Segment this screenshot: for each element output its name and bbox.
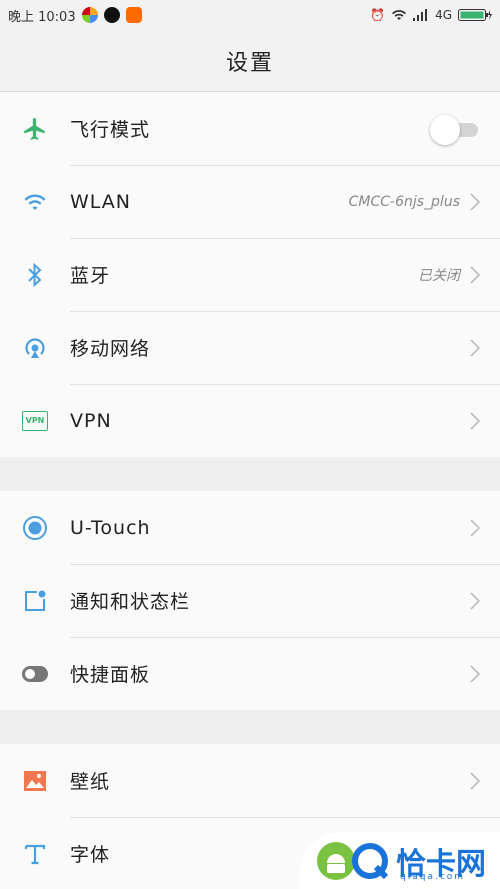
wifi-status-icon	[392, 10, 407, 20]
setting-vpn[interactable]: VPN VPN	[0, 384, 500, 457]
chevron-right-icon	[470, 518, 480, 537]
wifi-icon	[24, 194, 46, 210]
bluetooth-status: 已关闭	[418, 267, 460, 284]
chevron-right-icon	[470, 591, 480, 610]
setting-mobile-network[interactable]: 移动网络	[0, 311, 500, 384]
setting-u-touch[interactable]: U-Touch	[0, 491, 500, 564]
setting-notification-status-bar[interactable]: 通知和状态栏	[0, 564, 500, 637]
setting-label: 移动网络	[70, 338, 151, 360]
settings-group-interaction: U-Touch 通知和状态栏 快捷面板	[0, 491, 500, 710]
battery-icon	[458, 9, 492, 21]
settings-group-network: 飞行模式 WLAN CMCC-6njs_plus 蓝牙 已关闭 移动网络 VPN…	[0, 92, 500, 457]
vpn-icon-text: VPN	[25, 416, 45, 425]
setting-label: VPN	[70, 409, 112, 432]
setting-bluetooth[interactable]: 蓝牙 已关闭	[0, 238, 500, 311]
setting-wlan[interactable]: WLAN CMCC-6njs_plus	[0, 165, 500, 238]
airplane-icon	[24, 117, 45, 140]
u-touch-icon	[23, 515, 47, 540]
setting-label: 壁纸	[70, 771, 111, 793]
setting-label: U-Touch	[70, 516, 151, 539]
font-icon	[24, 844, 46, 864]
watermark-logo: 恰卡网 qiaqa.com	[300, 832, 500, 889]
setting-quick-panel[interactable]: 快捷面板	[0, 637, 500, 710]
status-bar: 晚上 10:03 ⏰ 4G	[0, 0, 500, 30]
chevron-right-icon	[470, 265, 480, 284]
q-logo-icon	[352, 842, 389, 879]
vpn-icon: VPN	[22, 410, 48, 431]
setting-label: 快捷面板	[70, 664, 151, 686]
page-title: 设置	[225, 50, 274, 76]
setting-label: 通知和状态栏	[70, 591, 191, 613]
airplane-mode-toggle[interactable]	[430, 114, 480, 145]
setting-label: 蓝牙	[70, 265, 111, 287]
setting-label: 飞行模式	[70, 119, 151, 141]
shop-app-icon	[125, 7, 142, 23]
setting-airplane-mode[interactable]: 飞行模式	[0, 92, 500, 165]
setting-label: 字体	[70, 844, 111, 866]
quick-panel-icon	[22, 665, 48, 682]
status-time: 晚上 10:03	[8, 9, 76, 25]
setting-wallpaper[interactable]: 壁纸	[0, 744, 500, 817]
signal-icon	[413, 9, 428, 21]
alarm-icon: ⏰	[370, 8, 386, 22]
watermark-domain: qiaqa.com	[400, 872, 466, 882]
chevron-right-icon	[470, 771, 480, 790]
app-header: 设置	[0, 30, 500, 92]
qq-app-icon	[103, 7, 120, 23]
chevron-right-icon	[470, 664, 480, 683]
bluetooth-icon	[28, 262, 42, 287]
chevron-right-icon	[470, 192, 480, 211]
mobile-network-icon	[25, 337, 45, 358]
chevron-right-icon	[470, 411, 480, 430]
wlan-network-name: CMCC-6njs_plus	[348, 193, 460, 210]
network-type: 4G	[435, 8, 452, 22]
notification-icon	[25, 590, 46, 611]
setting-label: WLAN	[70, 190, 132, 213]
wallpaper-icon	[24, 770, 46, 791]
browser-app-icon	[81, 7, 98, 23]
chevron-right-icon	[470, 338, 480, 357]
